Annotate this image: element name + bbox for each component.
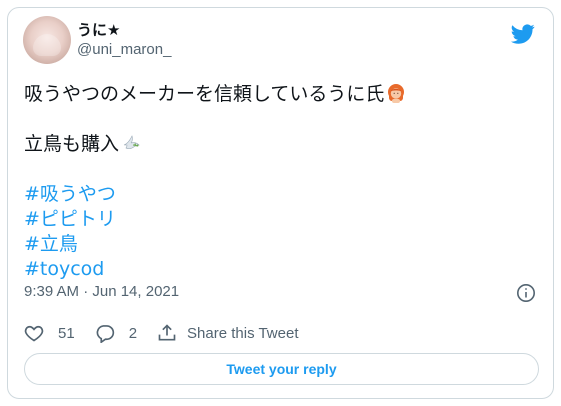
avatar[interactable] (23, 16, 71, 64)
heart-icon (24, 325, 44, 342)
info-icon[interactable] (516, 283, 536, 303)
twitter-bird-icon[interactable] (511, 22, 535, 46)
like-count: 51 (58, 324, 75, 342)
reply-icon (96, 325, 114, 343)
display-name[interactable]: うに★ (77, 21, 171, 39)
tweet-your-reply-button[interactable]: Tweet your reply (24, 353, 539, 385)
reply-count: 2 (128, 324, 138, 342)
share-label: Share this Tweet (187, 324, 299, 342)
user-handle[interactable]: @uni_maron_ (77, 41, 171, 59)
tweet-line-1: 吸うやつのメーカーを信頼しているうに氏 (24, 82, 544, 107)
tweet-timestamp[interactable]: 9:39 AM · Jun 14, 2021 (24, 282, 179, 302)
hashtag-link[interactable]: #立鳥 (24, 232, 544, 257)
share-icon (158, 324, 176, 341)
tweet-line-2-text: 立鳥も購入 (24, 133, 120, 155)
person-with-red-hair-emoji (386, 83, 406, 103)
dove-emoji (121, 133, 141, 153)
tweet-line-1-text: 吸うやつのメーカーを信頼しているうに氏 (24, 83, 385, 105)
author-block[interactable]: うに★ @uni_maron_ (77, 21, 171, 59)
reply-button[interactable]: 2 (95, 323, 137, 343)
tweet-line-2: 立鳥も購入 (24, 132, 544, 157)
hashtag-link[interactable]: #toycod (24, 257, 544, 282)
share-button[interactable]: Share this Tweet (157, 323, 298, 343)
tweet-text: 吸うやつのメーカーを信頼しているうに氏 立鳥も購入 #吸うやつ #ピピトリ #立… (24, 82, 544, 282)
like-button[interactable]: 51 (24, 323, 75, 343)
tweet-card: うに★ @uni_maron_ 吸うやつのメーカーを信頼しているうに氏 立鳥も購… (7, 7, 554, 399)
hashtag-link[interactable]: #吸うやつ (24, 182, 544, 207)
tweet-actions: 51 2 Share this Tweet (24, 322, 318, 344)
hashtag-link[interactable]: #ピピトリ (24, 207, 544, 232)
